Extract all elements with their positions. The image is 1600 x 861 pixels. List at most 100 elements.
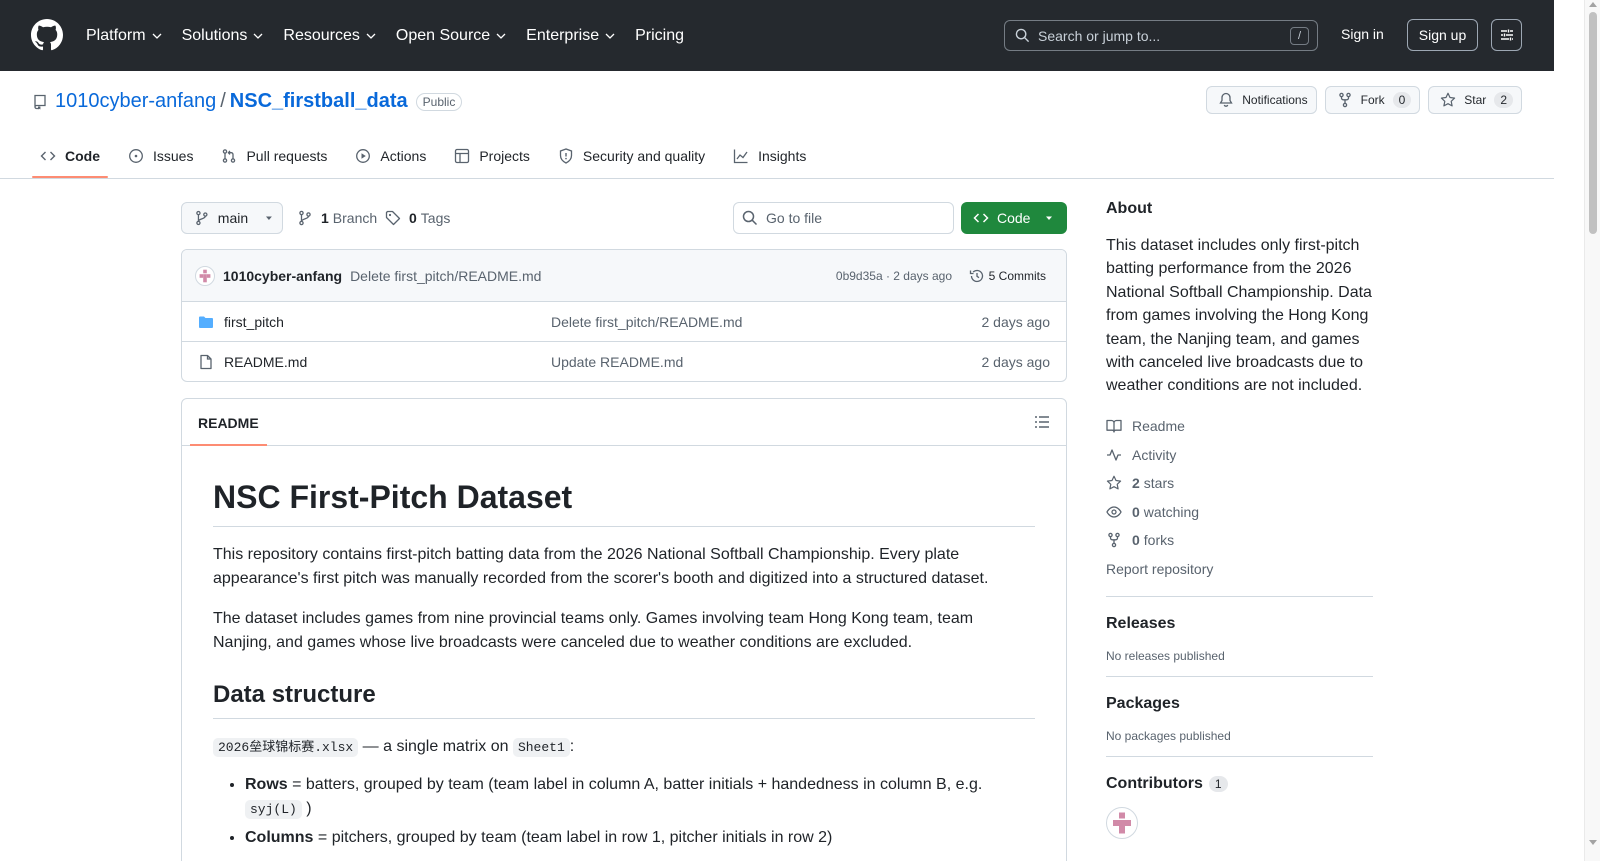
star-count: 2 [1494,92,1513,108]
chevron-down-icon [366,33,376,39]
readme-tab[interactable]: README [190,399,267,446]
watching-link[interactable]: 0 watching [1106,497,1373,526]
issue-icon [129,149,143,163]
tab-actions[interactable]: Actions [347,136,434,176]
nav-open-source[interactable]: Open Source [396,27,507,45]
readme-link[interactable]: Readme [1106,412,1373,441]
list-outline-icon[interactable] [1034,414,1050,430]
activity-link[interactable]: Activity [1106,440,1373,469]
chevron-down-icon [253,33,263,39]
pull-request-icon [223,149,236,163]
global-nav: Platform Solutions Resources Open Source… [86,0,703,71]
packages-heading[interactable]: Packages [1106,695,1373,713]
code-icon [973,213,989,223]
page-scrollbar[interactable] [1584,0,1600,861]
scroll-down-arrow-icon[interactable] [1589,840,1597,845]
fork-icon [1108,532,1120,548]
commit-hash-time[interactable]: 0b9d35a · 2 days ago [836,269,952,283]
scroll-up-arrow-icon[interactable] [1589,2,1597,7]
star-button[interactable]: Star 2 [1428,86,1522,114]
nav-platform[interactable]: Platform [86,27,163,45]
search-icon [742,210,758,226]
text-span: : [569,738,575,755]
contributors-count: 1 [1208,775,1228,792]
scrollbar-thumb[interactable] [1589,12,1597,234]
report-repository-link[interactable]: Report repository [1106,554,1373,583]
tab-pull-requests[interactable]: Pull requests [213,136,335,176]
nav-pricing[interactable]: Pricing [635,27,684,45]
settings-menu-button[interactable] [1491,19,1522,51]
sign-up-button[interactable]: Sign up [1407,19,1478,51]
file-name-link[interactable]: README.md [224,354,307,370]
forks-label: forks [1143,532,1175,549]
eye-icon [1106,505,1122,518]
fork-count: 0 [1392,92,1412,108]
contributors-title: Contributors [1106,774,1203,792]
repo-name-link[interactable]: NSC_firstball_data [230,90,408,113]
readme-content: NSC First-Pitch Dataset This repository … [182,477,1066,850]
repo-owner-link[interactable]: 1010cyber-anfang [55,90,216,113]
repo-tabs: Code Issues Pull requests Actions Projec… [32,136,826,179]
text-span: — a single matrix on [358,738,513,755]
branch-icon [299,210,311,226]
commit-author-link[interactable]: 1010cyber-anfang [223,268,342,284]
list-item: Rows = batters, grouped by team (team la… [245,773,1035,822]
commits-history-link[interactable]: 5 Commits [969,268,1046,284]
contributors-heading[interactable]: Contributors 1 [1106,775,1373,793]
nav-resources[interactable]: Resources [283,27,376,45]
tags-link[interactable]: 0 Tags [385,210,450,226]
report-link-label: Report repository [1106,560,1214,577]
tab-security[interactable]: Security and quality [550,136,713,176]
nav-label: Open Source [395,26,491,44]
tab-insights[interactable]: Insights [725,136,814,176]
tab-label: Insights [758,148,807,164]
contributors-section: Contributors 1 [1106,755,1373,839]
go-to-file-input[interactable]: Go to file [733,202,954,234]
avatar[interactable] [195,265,215,286]
stars-link[interactable]: 2 stars [1106,469,1373,498]
file-commit-link[interactable]: Delete first_pitch/README.md [551,314,742,330]
file-name-link[interactable]: first_pitch [224,314,284,330]
activity-link-label: Activity [1132,446,1177,463]
avatar[interactable] [1106,806,1138,839]
search-shortcut-key: / [1290,27,1309,45]
tab-issues[interactable]: Issues [120,136,201,176]
nav-solutions[interactable]: Solutions [182,27,265,45]
repo-actions: Notifications Fork 0 Star 2 [1198,86,1522,114]
commits-count-label: 5 Commits [988,268,1046,283]
releases-heading[interactable]: Releases [1106,615,1373,633]
code-download-button[interactable]: Code [961,202,1067,234]
github-logo-icon[interactable] [31,19,63,51]
chevron-down-icon [152,33,162,39]
tab-label: Actions [380,148,427,164]
file-row: README.md Update README.md 2 days ago [182,342,1066,381]
file-time: 2 days ago [981,354,1051,370]
notifications-label: Notifications [1242,93,1308,107]
branch-selector[interactable]: main [181,202,283,234]
repo-header: 1010cyber-anfang / NSC_firstball_data Pu… [0,71,1554,179]
global-header: Platform Solutions Resources Open Source… [0,0,1554,71]
global-search-input[interactable]: Search or jump to... / [1004,20,1318,51]
repo-sidebar: About This dataset includes only first-p… [1106,200,1373,839]
packages-empty-text: No packages published [1106,728,1231,743]
folder-icon [199,316,213,328]
tab-projects[interactable]: Projects [446,136,538,176]
tab-label: Security and quality [582,148,706,164]
fork-button[interactable]: Fork 0 [1324,86,1421,114]
file-icon [200,354,212,370]
tab-label: Projects [479,148,530,164]
sign-in-link[interactable]: Sign in [1341,26,1384,42]
tab-code[interactable]: Code [32,136,108,178]
forks-link[interactable]: 0 forks [1106,526,1373,555]
nav-enterprise[interactable]: Enterprise [526,27,616,45]
inline-code: Sheet1 [512,738,570,757]
packages-section: Packages No packages published [1106,675,1373,743]
notifications-button[interactable]: Notifications [1206,86,1317,114]
readme-list: Rows = batters, grouped by team (team la… [213,773,1035,850]
chevron-down-icon [605,33,615,39]
file-commit-link[interactable]: Update README.md [551,354,683,370]
tag-label: Tags [420,210,451,226]
commit-message-link[interactable]: Delete first_pitch/README.md [350,268,541,284]
table-icon [455,148,470,164]
branches-link[interactable]: 1 Branch [297,210,377,226]
